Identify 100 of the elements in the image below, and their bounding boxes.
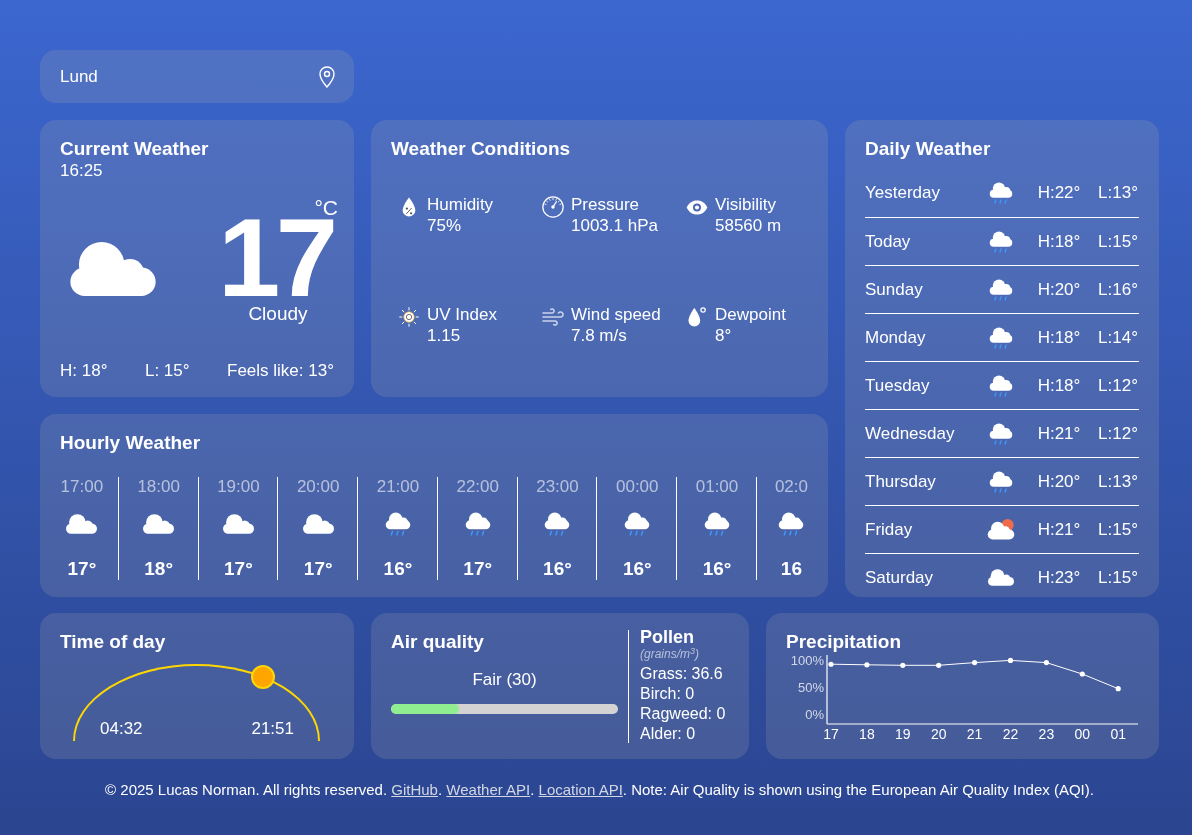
cloud-icon bbox=[66, 514, 98, 534]
condition-value: 7.8 m/s bbox=[571, 325, 628, 346]
rain-cloud-icon bbox=[989, 470, 1013, 493]
condition-name: Humidity bbox=[427, 194, 494, 215]
sunset-time: 21:51 bbox=[251, 719, 294, 739]
hour-temperature: 16 bbox=[780, 558, 802, 580]
day-high: H:20° bbox=[1036, 278, 1082, 301]
card-title: Daily Weather bbox=[865, 137, 991, 161]
hour-temperature: 17° bbox=[303, 558, 333, 580]
axis-label: 17 bbox=[823, 725, 839, 742]
rain-cloud-icon bbox=[989, 278, 1013, 301]
day-low: L:16° bbox=[1097, 278, 1138, 301]
footer-link[interactable]: Weather API bbox=[446, 781, 531, 798]
footer-link[interactable]: Location API bbox=[538, 781, 623, 798]
gauge-icon bbox=[542, 196, 564, 218]
current-time: 16:25 bbox=[60, 161, 103, 181]
day-name: Sunday bbox=[865, 278, 924, 301]
location-field[interactable]: Lund bbox=[40, 50, 354, 103]
day-low: L:12° bbox=[1097, 374, 1138, 397]
rain-cloud-icon bbox=[989, 422, 1013, 445]
rain-cloud-icon bbox=[989, 182, 1013, 204]
day-high: H:21° bbox=[1036, 422, 1082, 445]
rain-cloud-icon bbox=[778, 512, 805, 536]
rain-cloud-icon bbox=[989, 374, 1013, 397]
hour-temperature: 16° bbox=[622, 558, 652, 580]
day-low: L:13° bbox=[1097, 470, 1138, 493]
temperature-unit: °C bbox=[314, 197, 338, 219]
cloud-icon bbox=[988, 569, 1014, 586]
cloud-icon bbox=[70, 242, 156, 296]
hour-time: 19:00 bbox=[217, 477, 260, 497]
axis-label: 0% bbox=[805, 707, 824, 723]
dewpoint-drop-icon bbox=[688, 307, 706, 327]
rain-cloud-icon bbox=[384, 512, 411, 536]
pollen-title: Pollen bbox=[640, 628, 694, 646]
cloud-icon bbox=[302, 514, 334, 534]
hour-temperature: 16° bbox=[702, 558, 732, 580]
data-point bbox=[1079, 671, 1085, 677]
footer-link[interactable]: GitHub bbox=[391, 781, 438, 798]
axis-label: 23 bbox=[1038, 725, 1055, 742]
data-point bbox=[972, 660, 978, 666]
condition-name: Visibility bbox=[715, 194, 778, 215]
day-name: Wednesday bbox=[865, 422, 956, 445]
day-high: H:18° bbox=[1036, 326, 1082, 349]
sun-icon bbox=[399, 307, 419, 327]
day-high: H:22° bbox=[1036, 182, 1082, 204]
pollen-count: Birch: 0 bbox=[640, 684, 695, 704]
hour-temperature: 16° bbox=[383, 558, 413, 580]
card-title: Precipitation bbox=[786, 630, 902, 654]
hour-time: 23:00 bbox=[536, 477, 579, 497]
axis-label: 00 bbox=[1074, 725, 1091, 742]
map-pin-icon[interactable] bbox=[319, 65, 335, 88]
condition-label: Cloudy bbox=[248, 302, 308, 325]
axis-label: 20 bbox=[930, 725, 947, 742]
pollen-count: Grass: 36.6 bbox=[640, 664, 723, 684]
day-name: Tuesday bbox=[865, 374, 931, 397]
data-point bbox=[936, 662, 942, 668]
condition-name: Pressure bbox=[571, 194, 641, 215]
data-point bbox=[864, 662, 870, 668]
sun-cloud-icon bbox=[987, 519, 1015, 540]
data-point bbox=[1007, 657, 1014, 664]
day-name: Yesterday bbox=[865, 182, 941, 204]
condition-name: Wind speed bbox=[571, 304, 661, 325]
condition-name: Dewpoint bbox=[715, 304, 786, 325]
air-quality-rating: Fair (30) bbox=[472, 670, 537, 690]
hour-time: 17:00 bbox=[60, 477, 104, 497]
condition-value: 75% bbox=[427, 215, 463, 236]
day-name: Monday bbox=[865, 326, 927, 349]
card-title: Current Weather bbox=[60, 137, 209, 161]
day-low: L:15° bbox=[1097, 230, 1138, 253]
day-low: L:14° bbox=[1097, 326, 1138, 349]
hour-temperature: 17° bbox=[67, 558, 97, 580]
hour-time: 00:00 bbox=[615, 477, 659, 497]
hour-time: 18:00 bbox=[137, 477, 180, 497]
day-low: L:12° bbox=[1097, 422, 1138, 445]
cloud-icon bbox=[222, 514, 254, 534]
high-temperature: H: 18° bbox=[60, 360, 108, 382]
day-name: Friday bbox=[865, 518, 914, 541]
feels-like: Feels like: 13° bbox=[227, 360, 334, 382]
hour-temperature: 17° bbox=[224, 558, 253, 580]
card-title: Air quality bbox=[391, 630, 484, 654]
rain-cloud-icon bbox=[464, 512, 491, 536]
rain-cloud-icon bbox=[704, 512, 730, 536]
card-title: Hourly Weather bbox=[60, 431, 201, 455]
rain-cloud-icon bbox=[624, 512, 651, 536]
low-temperature: L: 15° bbox=[144, 360, 190, 382]
rain-cloud-icon bbox=[989, 326, 1013, 349]
pollen-unit: (grains/m$^{3}$) bbox=[640, 646, 700, 662]
data-point bbox=[1043, 660, 1049, 666]
hour-time: 22:00 bbox=[456, 477, 499, 497]
day-low: L:15° bbox=[1097, 518, 1138, 541]
cloud-icon bbox=[143, 514, 175, 534]
rain-cloud-icon bbox=[989, 230, 1013, 253]
hour-time: 20:00 bbox=[296, 477, 340, 497]
condition-value: 1.15 bbox=[427, 325, 462, 346]
axis-label: 19 bbox=[895, 725, 911, 742]
pollen-count: Alder: 0 bbox=[640, 724, 696, 744]
day-low: L:15° bbox=[1097, 566, 1138, 589]
data-point bbox=[1115, 686, 1121, 692]
day-high: H:21° bbox=[1036, 518, 1082, 541]
day-name: Saturday bbox=[865, 566, 935, 589]
